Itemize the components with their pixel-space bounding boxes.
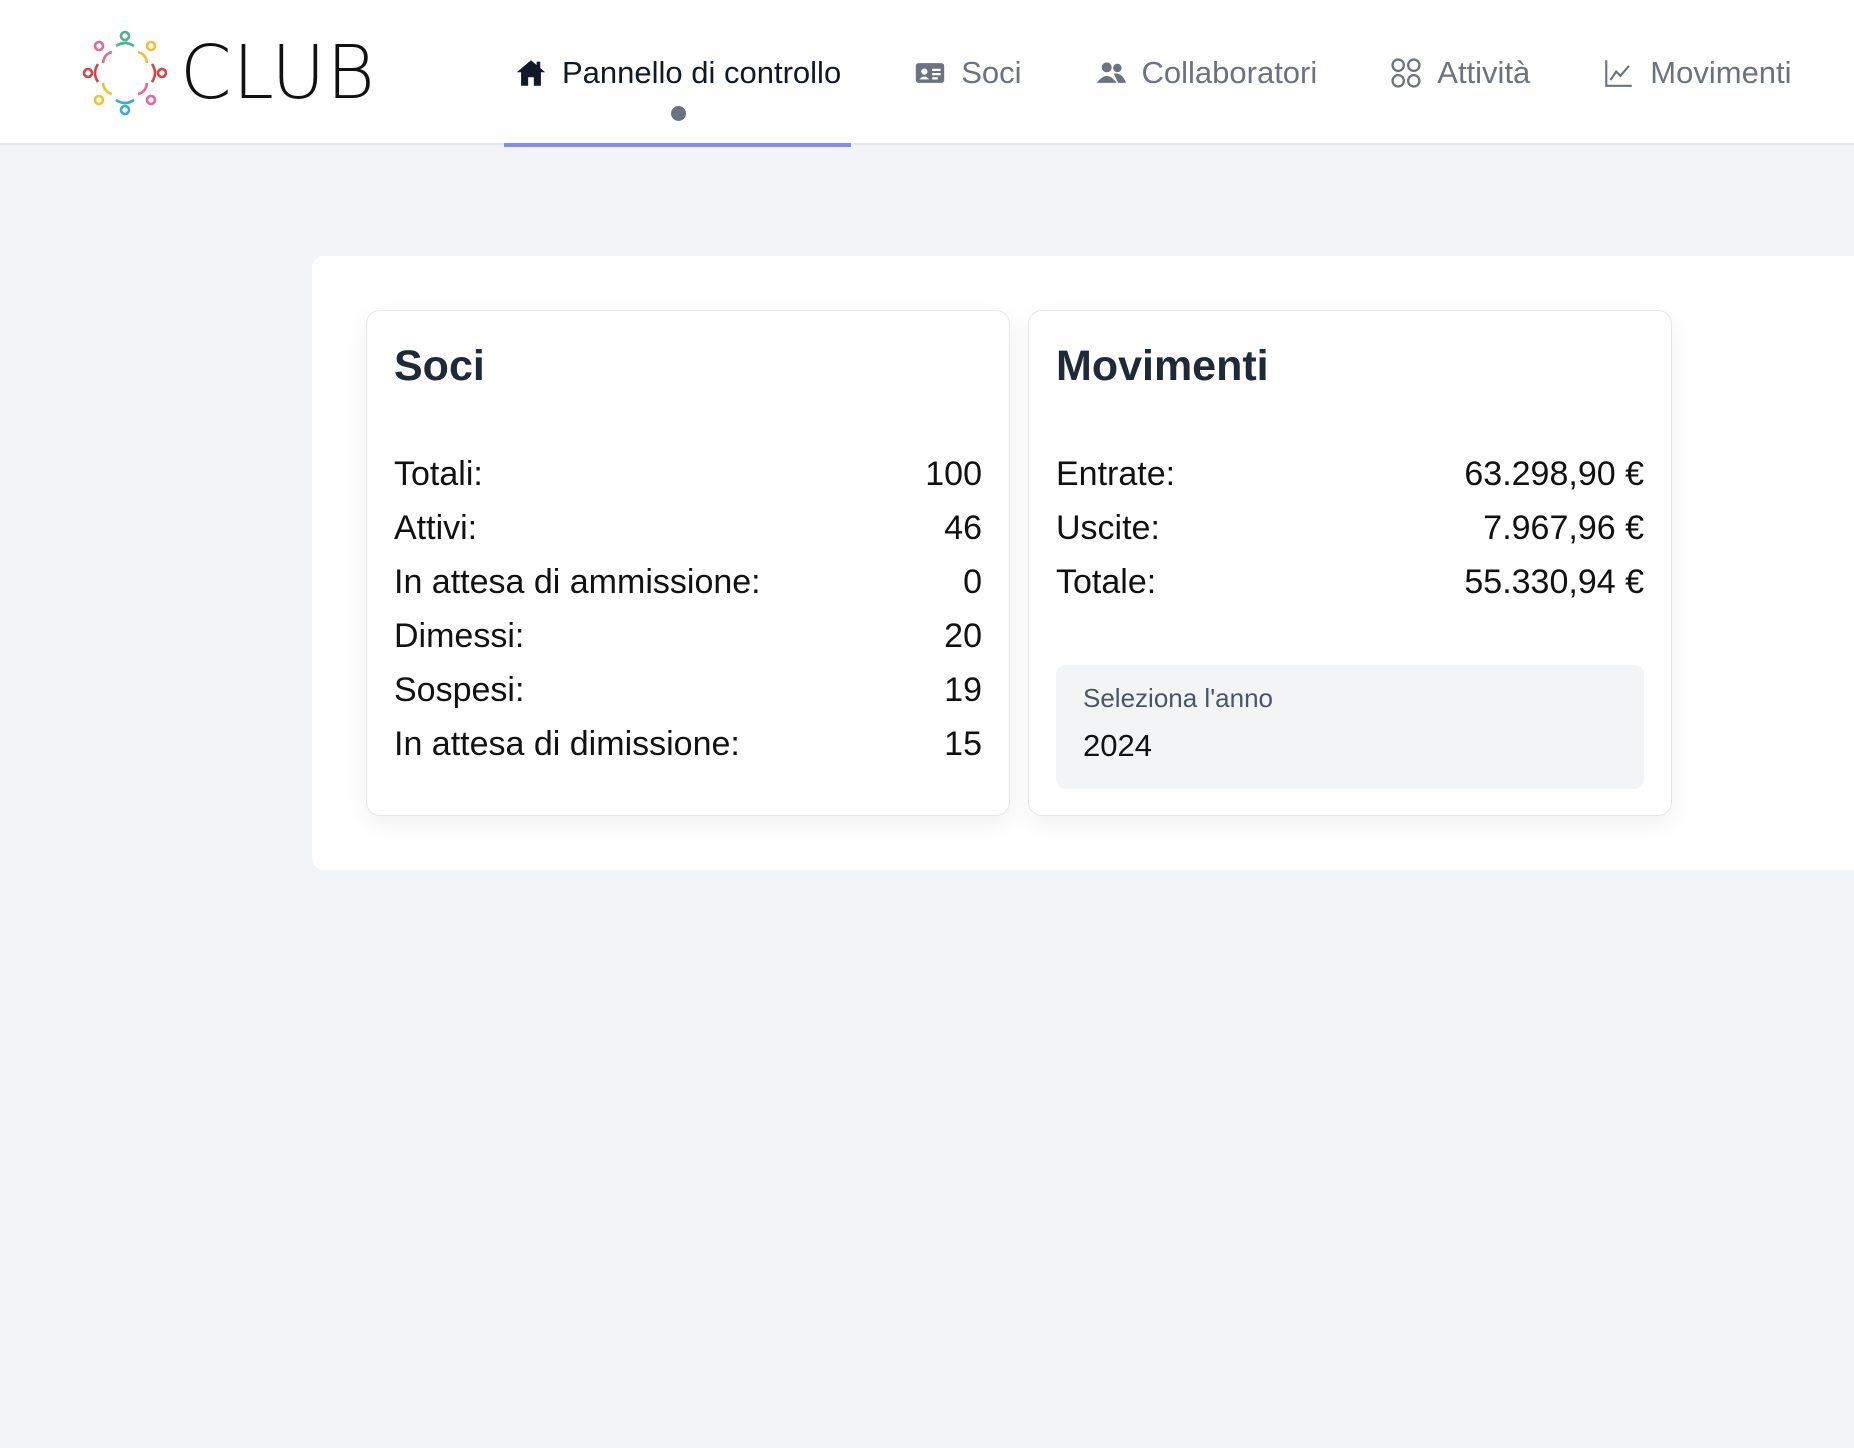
year-select[interactable]: Seleziona l'anno 2024 (1056, 664, 1644, 789)
stat-label: Attivi: (394, 508, 478, 547)
year-select-label: Seleziona l'anno (1083, 682, 1273, 713)
nav-item-collaboratori[interactable]: Collaboratori (1084, 0, 1328, 145)
soci-card-title: Soci (394, 342, 485, 390)
stat-value: 46 (944, 508, 982, 547)
stat-row: In attesa di ammissione: 0 (394, 555, 982, 609)
brand-name: CLUB (180, 30, 376, 116)
stat-label: Entrate: (1056, 454, 1176, 493)
soci-card: Soci Totali: 100 Attivi: 46 In attesa di a… (366, 310, 1010, 816)
movimenti-card: Movimenti Entrate: 63.298,90 € Uscite: 7.9… (1028, 310, 1672, 816)
stat-label: Uscite: (1056, 508, 1160, 547)
stat-label: Totali: (394, 454, 483, 493)
main-nav: Pannello di controllo Soci Collaboratori… (504, 0, 1854, 147)
stat-value: 19 (944, 670, 982, 709)
nav-item-label: Pannello di controllo (562, 54, 842, 90)
stat-row: In attesa di dimissione: 15 (394, 717, 982, 771)
club-logo-icon (82, 30, 168, 116)
stat-row: Entrate: 63.298,90 € (1056, 447, 1644, 501)
nav-item-label: Movimenti (1650, 54, 1792, 90)
stat-value: 55.330,94 € (1464, 562, 1644, 601)
nav-item-dashboard[interactable]: Pannello di controllo (504, 0, 852, 147)
users-icon (1094, 56, 1128, 90)
year-select-value: 2024 (1083, 727, 1152, 763)
stat-row: Totali: 100 (394, 447, 982, 501)
grid-icon (1389, 56, 1423, 90)
stat-value: 15 (944, 724, 982, 763)
stat-label: In attesa di dimissione: (394, 724, 740, 763)
soci-stats: Totali: 100 Attivi: 46 In attesa di ammiss… (394, 447, 982, 771)
chart-line-icon (1602, 56, 1636, 90)
stat-value: 63.298,90 € (1464, 454, 1644, 493)
nav-item-label: Collaboratori (1141, 54, 1318, 90)
stat-row: Totale: 55.330,94 € (1056, 555, 1644, 609)
stat-row: Sospesi: 19 (394, 663, 982, 717)
nav-item-attivita[interactable]: Attività (1379, 0, 1540, 145)
stat-value: 0 (963, 562, 982, 601)
movimenti-card-title: Movimenti (1056, 342, 1269, 390)
stat-label: Sospesi: (394, 670, 525, 709)
top-navbar: CLUB Pannello di controllo Soci Collabor… (0, 0, 1854, 147)
stat-label: Totale: (1056, 562, 1157, 601)
stat-row: Attivi: 46 (394, 501, 982, 555)
active-indicator-dot (670, 106, 686, 121)
dashboard-panel: Soci Totali: 100 Attivi: 46 In attesa di a… (312, 256, 1854, 870)
nav-item-label: Attività (1437, 54, 1531, 90)
id-card-icon (913, 56, 947, 90)
nav-item-label: Soci (961, 54, 1022, 90)
stat-row: Dimessi: 20 (394, 609, 982, 663)
stat-label: Dimessi: (394, 616, 525, 655)
nav-item-soci[interactable]: Soci (903, 0, 1031, 145)
stat-value: 20 (944, 616, 982, 655)
stat-value: 100 (925, 454, 982, 493)
club-logo[interactable]: CLUB (80, 28, 376, 118)
nav-item-movimenti[interactable]: Movimenti (1592, 0, 1801, 145)
home-icon (514, 56, 548, 90)
movimenti-stats: Entrate: 63.298,90 € Uscite: 7.967,96 € To… (1056, 447, 1644, 609)
stat-row: Uscite: 7.967,96 € (1056, 501, 1644, 555)
stat-value: 7.967,96 € (1483, 508, 1644, 547)
stat-label: In attesa di ammissione: (394, 562, 761, 601)
